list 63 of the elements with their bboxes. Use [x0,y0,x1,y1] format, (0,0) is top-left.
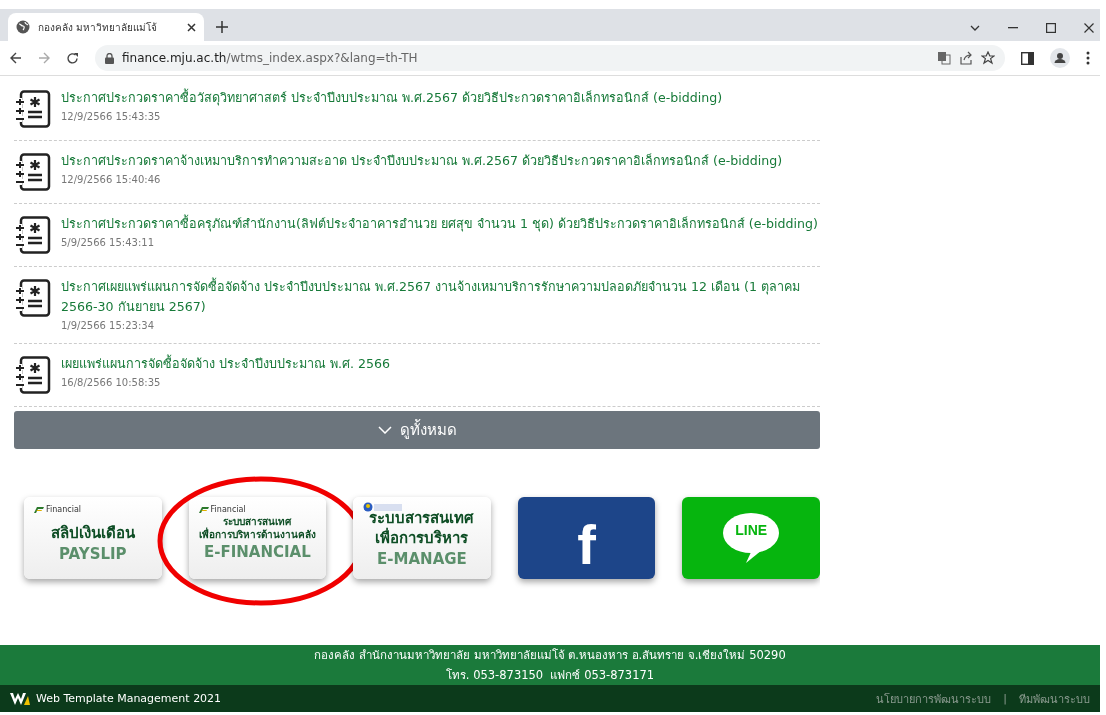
lock-icon [105,52,114,64]
line-logo: LINE [722,512,781,564]
view-all-button[interactable]: ดูทั้งหมด [14,411,820,449]
document-icon [14,279,51,317]
url-text: finance.mju.ac.th/wtms_index.aspx?&lang=th-TH [122,51,418,65]
system-banner[interactable]: Financial ระบบสารสนเทศ เพื่อการบริหารด้านงานคลัง E-FINANCIAL [188,497,327,579]
new-tab-icon[interactable] [216,21,228,33]
footer-text: โทร. 053-873150 แฟกซ์ 053-873171 [445,667,655,684]
star-icon[interactable] [981,51,995,65]
announcement-link[interactable]: เผยแพร่แผนการจัดซื้อจัดจ้าง ประจำปีงบประมาณ พ.ศ. 2566 [61,354,820,374]
translate-icon[interactable] [937,51,951,65]
separator-text: | [1003,692,1007,705]
chevron-down-icon[interactable] [970,25,980,31]
footer-link[interactable]: นโยบายการพัฒนาระบบ [876,689,992,708]
chevron-down-icon [377,426,392,434]
facebook-logo: f [577,517,596,573]
banner-title: สลิปเงินเดือน [50,523,135,543]
brand-text: Financial [46,505,82,514]
system-banner[interactable]: ระบบสารสนเทศ เพื่อการบริหาร E-MANAGE [353,497,491,579]
system-banner[interactable]: Financial สลิปเงินเดือน PAYSLIP [24,497,162,579]
document-icon [14,90,51,128]
back-icon[interactable] [10,52,22,64]
share-icon[interactable] [959,51,973,65]
announcement-link[interactable]: ประกาศประกวดราคาซื้อครุภัณฑ์สำนักงาน(ลิฟต์ประจำอาคารอำนวย ยศสุข จำนวน 1 ชุด) ด้วยวิธีประกวดราคาอิเล็กทรอนิกส์ (e-bidding) [61,214,820,234]
brand-text: Financial [210,505,246,514]
announcement-date: 5/9/2566 15:43:11 [61,237,155,248]
address-bar[interactable]: finance.mju.ac.th/wtms_index.aspx?&lang=th-TH [95,45,1005,71]
side-panel-icon[interactable] [1021,51,1034,65]
profile-icon[interactable] [1050,48,1070,68]
more-icon[interactable] [1086,51,1090,65]
banner-caption: E-MANAGE [377,550,467,568]
banner-title: เพื่อการบริหารด้านงานคลัง [198,528,316,541]
close-icon[interactable] [1084,23,1094,33]
maximize-icon[interactable] [1046,23,1056,33]
leaf-logo-icon [34,506,44,513]
announcement-date: 16/8/2566 10:58:35 [61,377,162,388]
announcement-date: 12/9/2566 15:43:35 [61,111,162,122]
announcement-link[interactable]: ประกาศประกวดราคาจ้างเหมาบริการทำความสะอาด ประจำปีงบประมาณ พ.ศ.2567 ด้วยวิธีประกวดราคาอิเล็กทรอนิกส์ (e-bidding) [61,151,820,171]
document-icon [14,356,51,394]
announcement-date: 1/9/2566 15:23:34 [61,320,155,331]
banner-caption: PAYSLIP [59,545,127,563]
announcement-link[interactable]: ประกาศเผยแพร่แผนการจัดซื้อจัดจ้าง ประจำปีงบประมาณ พ.ศ.2567 งานจ้างเหมาบริการรักษาความปลอดภัยจำนวน 12 เดือน (1 ตุลาคม 2566-30 กันยายน 2567) [61,277,820,317]
footer-text: กองคลัง สำนักงานมหาวิทยาลัย มหาวิทยาลัยแม่โจ้ ต.หนองหาร อ.สันทราย จ.เชียงใหม่ 50290 [314,647,786,664]
banner-title: เพื่อการบริหาร [375,528,469,548]
document-icon [14,216,51,254]
announcement-date: 12/9/2566 15:40:46 [61,174,162,185]
leaf-logo-icon [198,506,209,513]
footer-title: Web Template Management 2021 [36,692,222,705]
document-icon [14,153,51,191]
announcement-link[interactable]: ประกาศประกวดราคาซื้อวัสดุวิทยาศาสตร์ ประจำปีงบประมาณ พ.ศ.2567 ด้วยวิธีประกวดราคาอิเล็กทรอนิกส์ (e-bidding) [61,88,820,108]
banner-caption: E-FINANCIAL [204,543,311,561]
tab-title: กองคลัง มหาวิทยาลัยแม่โจ้ [38,20,159,35]
reload-icon[interactable] [66,51,79,65]
banner-title: ระบบสารสนเทศ [369,508,475,527]
banner-title: ระบบสารสนเทศ [223,515,292,527]
wtm-logo-icon [10,691,30,706]
browser-tab[interactable]: กองคลัง มหาวิทยาลัยแม่โจ้ [8,13,204,41]
close-icon[interactable] [187,22,196,32]
footer-link[interactable]: ทีมพัฒนาระบบ [1019,689,1090,708]
facebook-button[interactable]: f [517,497,656,579]
minimize-icon[interactable] [1008,27,1018,29]
globe-icon [16,20,30,34]
emblem-icon [363,501,404,513]
